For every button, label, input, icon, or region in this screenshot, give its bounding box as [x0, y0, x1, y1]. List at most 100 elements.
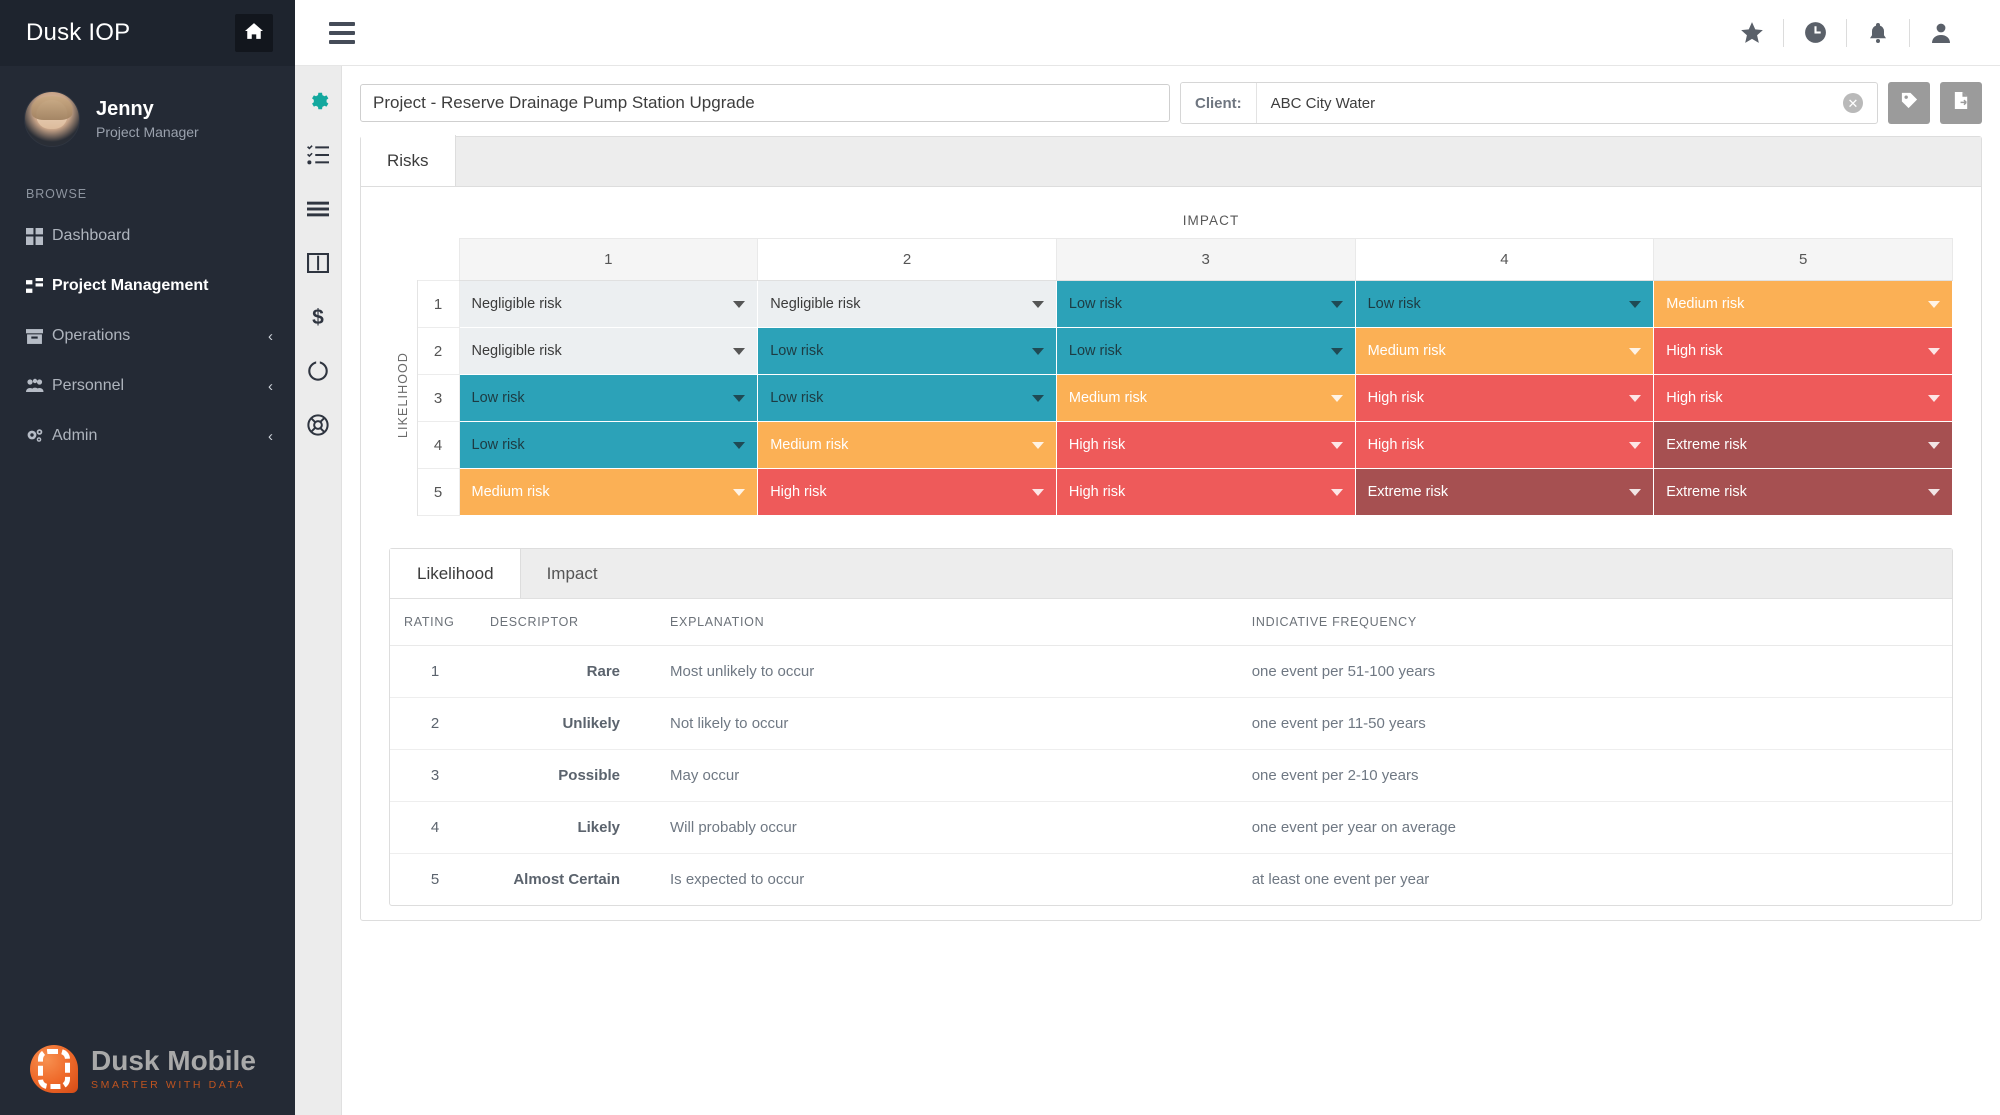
sidebar-item-dashboard[interactable]: Dashboard — [0, 211, 295, 261]
checklist-icon[interactable] — [305, 142, 331, 168]
cell-frequency: one event per year on average — [1238, 802, 1952, 854]
cell-explanation: Most unlikely to occur — [630, 646, 1238, 698]
matrix-cell-label: High risk — [1666, 390, 1722, 406]
matrix-cell[interactable]: Extreme risk — [1654, 469, 1953, 516]
matrix-cell[interactable]: Low risk — [758, 328, 1057, 375]
matrix-cell[interactable]: Low risk — [1056, 281, 1355, 328]
matrix-cell-label: Extreme risk — [1666, 484, 1747, 500]
table-row[interactable]: 1 Rare Most unlikely to occur one event … — [390, 646, 1952, 698]
matrix-cell-label: Low risk — [1368, 296, 1421, 312]
matrix-cell[interactable]: Extreme risk — [1355, 469, 1654, 516]
top-bar-icons — [1721, 13, 1972, 53]
client-field-group: Client: ABC City Water ✕ — [1180, 82, 1878, 124]
star-icon[interactable] — [1721, 13, 1783, 53]
matrix-cell[interactable]: High risk — [1056, 469, 1355, 516]
matrix-row: 3 Low risk Low risk Medium risk High ris… — [389, 375, 1953, 422]
project-client-form: Project - Reserve Drainage Pump Station … — [360, 78, 1982, 136]
tab-risks[interactable]: Risks — [361, 135, 456, 186]
table-row[interactable]: 5 Almost Certain Is expected to occur at… — [390, 854, 1952, 906]
dusk-mobile-logo-icon — [30, 1045, 78, 1093]
sidebar-footer-logo: Dusk Mobile SMARTER WITH DATA — [0, 1045, 295, 1115]
matrix-cell-label: High risk — [1069, 437, 1125, 453]
clock-icon[interactable] — [1784, 13, 1846, 53]
export-button[interactable] — [1940, 82, 1982, 124]
gear-icon[interactable] — [305, 88, 331, 114]
matrix-cell-label: High risk — [770, 484, 826, 500]
matrix-cell[interactable]: Medium risk — [1056, 375, 1355, 422]
chevron-down-icon — [1331, 395, 1343, 402]
tab-likelihood[interactable]: Likelihood — [390, 549, 521, 598]
user-icon[interactable] — [1910, 13, 1972, 53]
cell-explanation: Is expected to occur — [630, 854, 1238, 906]
home-button[interactable] — [235, 14, 273, 52]
matrix-cell-label: Medium risk — [1368, 343, 1446, 359]
users-icon — [26, 377, 52, 395]
cell-descriptor: Rare — [480, 646, 630, 698]
user-profile[interactable]: Jenny Project Manager — [0, 66, 295, 165]
cell-descriptor: Possible — [480, 750, 630, 802]
matrix-cell[interactable]: Extreme risk — [1654, 422, 1953, 469]
chevron-left-icon: ‹ — [268, 429, 273, 444]
sidebar-item-label: Operations — [52, 327, 268, 345]
page-body: Project - Reserve Drainage Pump Station … — [342, 66, 2000, 1115]
columns-icon[interactable] — [305, 250, 331, 276]
chevron-down-icon — [1928, 442, 1940, 449]
client-input[interactable]: ABC City Water — [1257, 95, 1843, 112]
matrix-cell[interactable]: Low risk — [1355, 281, 1654, 328]
matrix-cell[interactable]: High risk — [1654, 328, 1953, 375]
matrix-cell-label: Low risk — [770, 343, 823, 359]
matrix-cell-label: Extreme risk — [1666, 437, 1747, 453]
clear-circle-icon[interactable]: ✕ — [1843, 93, 1863, 113]
cell-rating: 3 — [390, 750, 480, 802]
bars-icon[interactable] — [305, 196, 331, 222]
matrix-cell[interactable]: Low risk — [459, 422, 758, 469]
dollar-icon[interactable]: $ — [305, 304, 331, 330]
chevron-down-icon — [1629, 301, 1641, 308]
sidebar-item-admin[interactable]: Admin ‹ — [0, 411, 295, 461]
impact-col-header: 5 — [1654, 239, 1953, 281]
sidebar-item-operations[interactable]: Operations ‹ — [0, 311, 295, 361]
bell-icon[interactable] — [1847, 13, 1909, 53]
matrix-row: 2 Negligible risk Low risk Low risk Medi… — [389, 328, 1953, 375]
chevron-down-icon — [1629, 442, 1641, 449]
top-bar — [295, 0, 2000, 66]
matrix-cell[interactable]: Negligible risk — [459, 281, 758, 328]
chevron-down-icon — [1928, 301, 1940, 308]
matrix-cell[interactable]: High risk — [1654, 375, 1953, 422]
matrix-cell[interactable]: Negligible risk — [758, 281, 1057, 328]
matrix-cell[interactable]: High risk — [1056, 422, 1355, 469]
table-row[interactable]: 2 Unlikely Not likely to occur one event… — [390, 698, 1952, 750]
matrix-cell[interactable]: Medium risk — [1355, 328, 1654, 375]
sidebar-item-personnel[interactable]: Personnel ‹ — [0, 361, 295, 411]
table-row[interactable]: 3 Possible May occur one event per 2-10 … — [390, 750, 1952, 802]
circle-icon[interactable] — [305, 358, 331, 384]
sidebar-item-project-management[interactable]: Project Management — [0, 261, 295, 311]
project-input[interactable]: Project - Reserve Drainage Pump Station … — [360, 84, 1170, 122]
matrix-row: 4 Low risk Medium risk High risk High ri… — [389, 422, 1953, 469]
matrix-cell[interactable]: Low risk — [459, 375, 758, 422]
matrix-cell[interactable]: High risk — [758, 469, 1057, 516]
matrix-cell[interactable]: High risk — [1355, 375, 1654, 422]
app-brand-title: Dusk IOP — [26, 19, 130, 47]
dusk-mobile-logo-tagline: SMARTER WITH DATA — [91, 1079, 256, 1091]
matrix-cell[interactable]: Medium risk — [1654, 281, 1953, 328]
matrix-cell[interactable]: High risk — [1355, 422, 1654, 469]
cell-rating: 4 — [390, 802, 480, 854]
tag-button[interactable] — [1888, 82, 1930, 124]
table-row[interactable]: 4 Likely Will probably occur one event p… — [390, 802, 1952, 854]
matrix-cell-label: Medium risk — [1666, 296, 1744, 312]
chevron-down-icon — [733, 442, 745, 449]
cell-rating: 1 — [390, 646, 480, 698]
matrix-cell[interactable]: Medium risk — [459, 469, 758, 516]
svg-text:$: $ — [312, 306, 324, 329]
hamburger-icon[interactable] — [323, 16, 361, 50]
chevron-down-icon — [1331, 489, 1343, 496]
cogs-icon — [26, 427, 52, 445]
matrix-cell[interactable]: Negligible risk — [459, 328, 758, 375]
matrix-cell[interactable]: Low risk — [1056, 328, 1355, 375]
lifebuoy-icon[interactable] — [305, 412, 331, 438]
tab-impact[interactable]: Impact — [521, 549, 624, 598]
matrix-cell[interactable]: Medium risk — [758, 422, 1057, 469]
matrix-cell[interactable]: Low risk — [758, 375, 1057, 422]
column-header-explanation: EXPLANATION — [630, 599, 1238, 646]
